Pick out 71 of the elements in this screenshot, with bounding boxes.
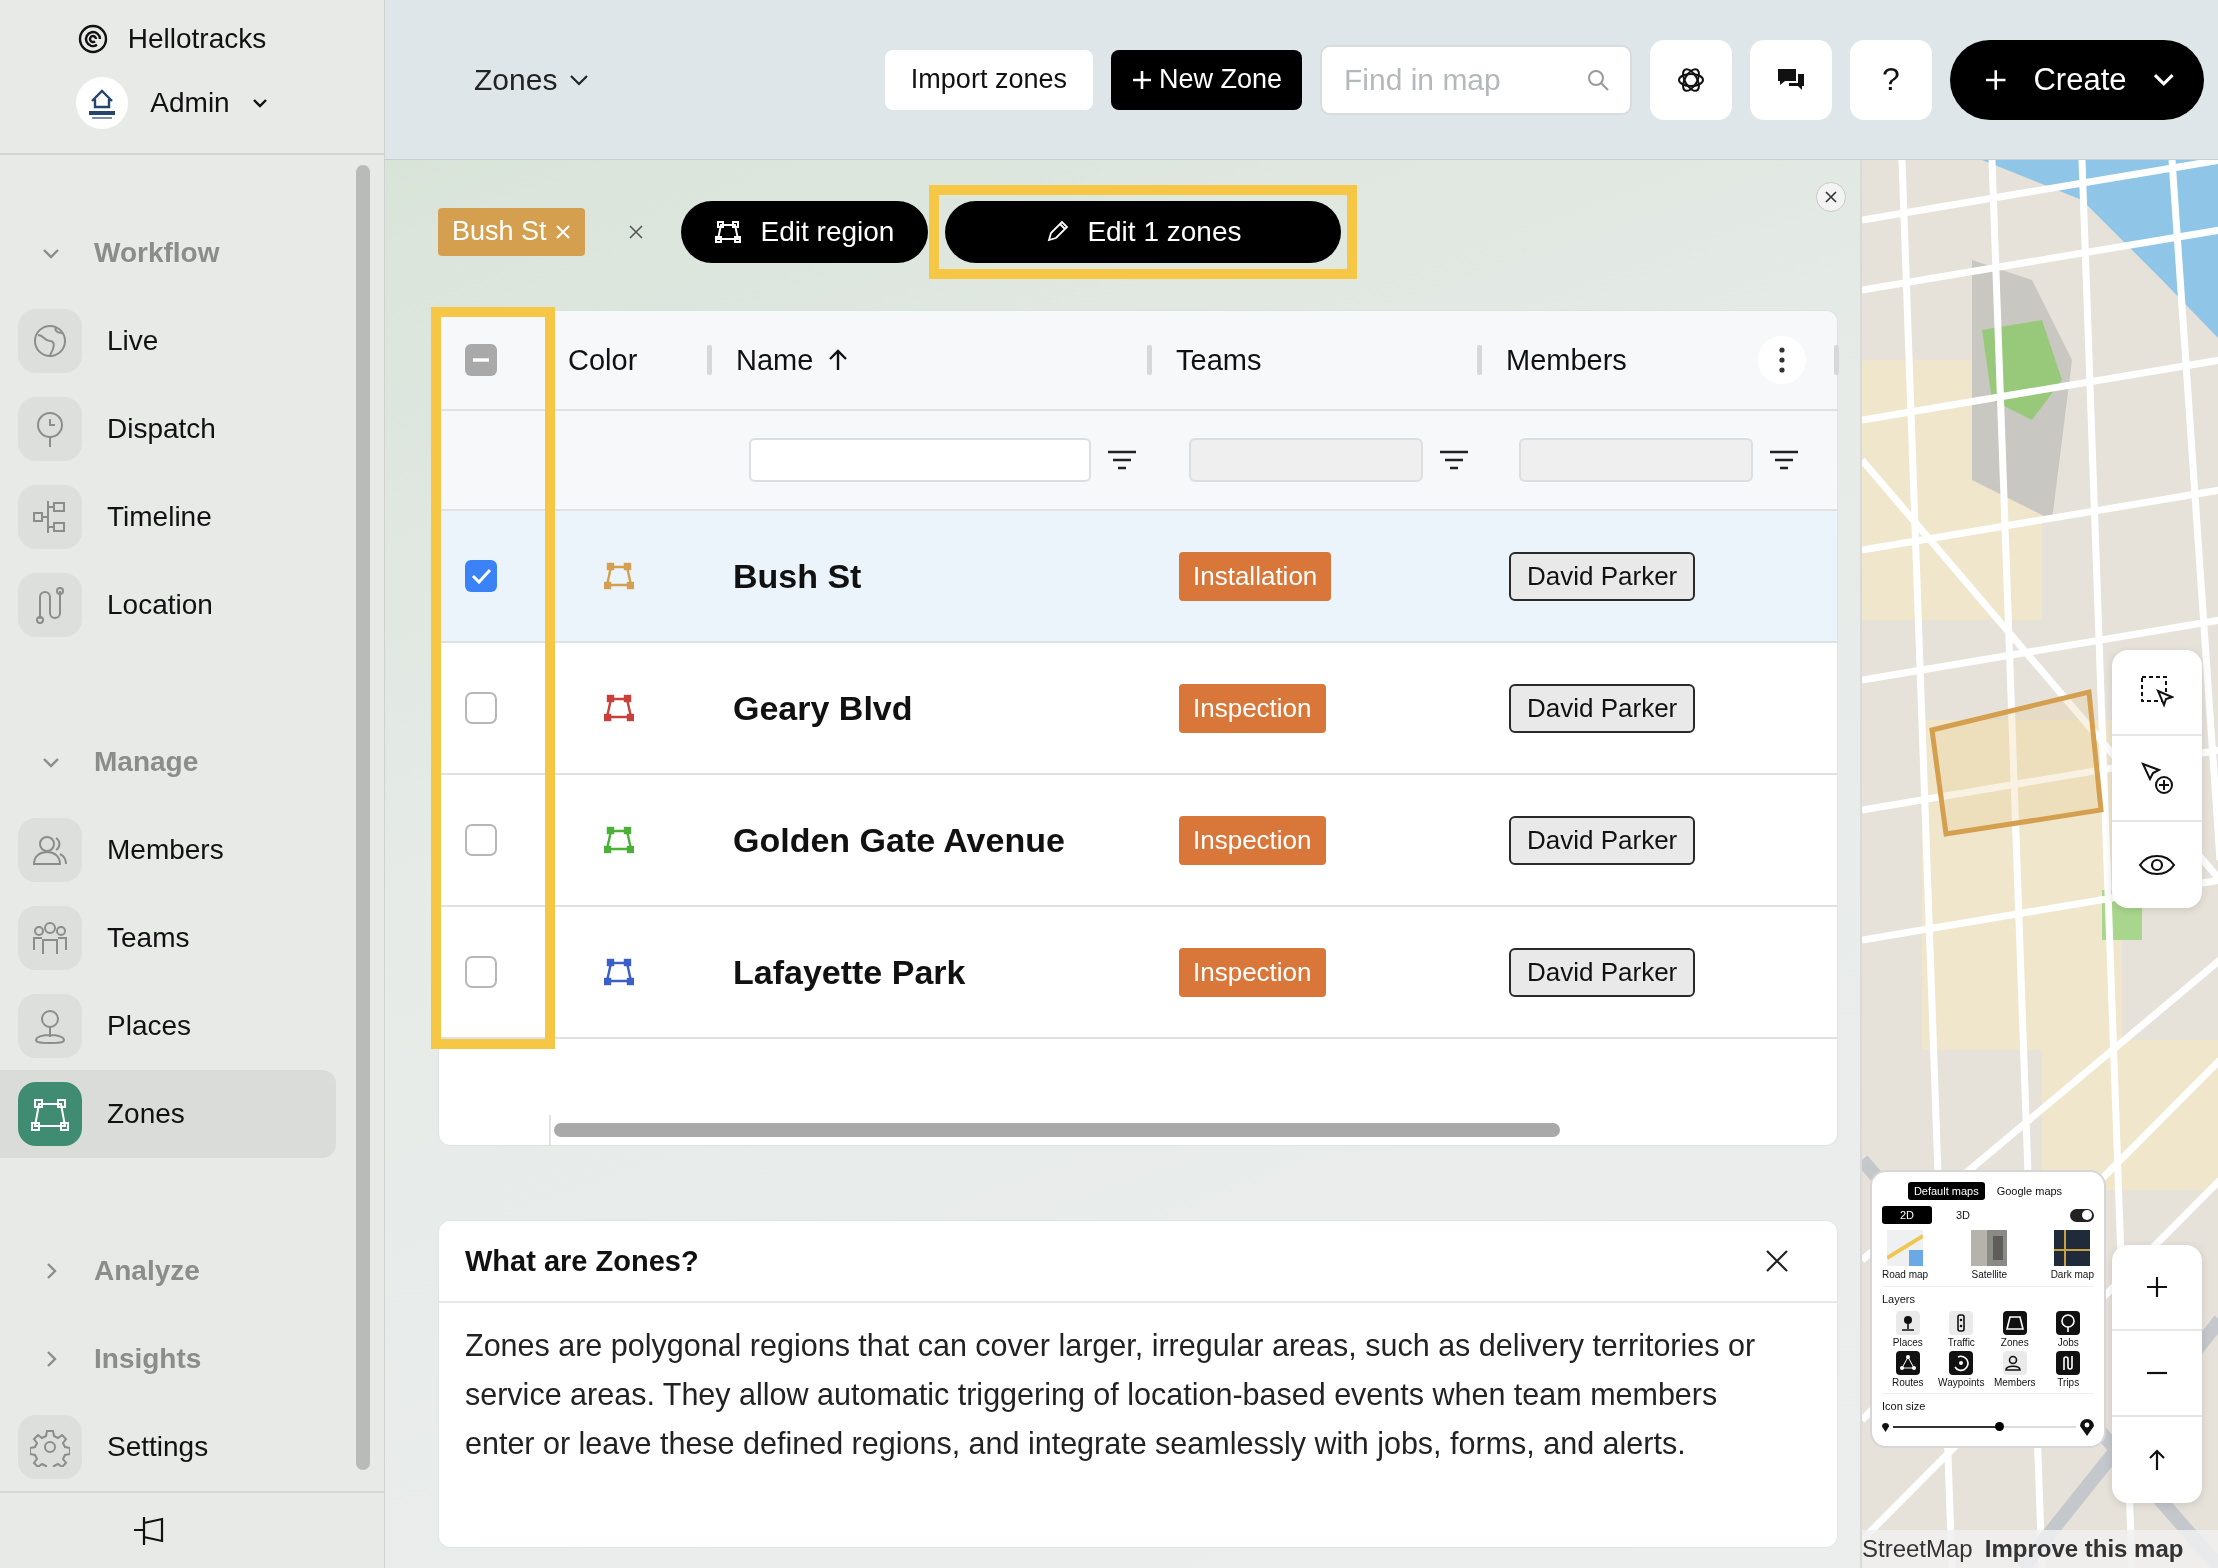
member-tag: David Parker — [1509, 815, 1696, 865]
info-title: What are Zones? — [465, 1244, 700, 1278]
search-field[interactable]: Find in map — [1320, 44, 1632, 115]
column-resize-handle[interactable] — [1477, 345, 1482, 375]
plus-icon — [1130, 68, 1153, 91]
column-resize-handle[interactable] — [1147, 345, 1152, 375]
chevron-down-icon[interactable] — [251, 98, 268, 109]
edit-region-button[interactable]: Edit region — [680, 200, 929, 263]
member-tag: David Parker — [1509, 683, 1696, 733]
zone-name: Lafayette Park — [733, 952, 966, 992]
team-tag: Installation — [1179, 551, 1332, 601]
pencil-icon — [1045, 219, 1070, 244]
nav-item[interactable]: Places — [0, 981, 336, 1070]
checkbox[interactable] — [464, 955, 498, 989]
checkbox[interactable] — [464, 559, 498, 593]
info-text: Zones are polygonal regions that can cover larger, irregular areas, such as delivery territories or service areas. They allow automatic triggering of location-based events when team members enter or leave these defined regions, and integrate seamlessly with jobs, forms, and alerts. — [464, 1327, 1757, 1463]
filter-icon[interactable] — [1439, 449, 1469, 471]
close-icon — [1824, 190, 1838, 204]
nav-item[interactable]: Location — [0, 560, 336, 649]
scrollbar[interactable] — [554, 1123, 1560, 1137]
column-header[interactable]: Name — [736, 343, 814, 377]
chevron-down-icon[interactable] — [569, 73, 590, 86]
column-header[interactable]: Color — [568, 343, 638, 377]
nav-item[interactable]: Zones — [0, 1069, 336, 1158]
brand-name: Hellotracks — [127, 23, 267, 56]
import-button[interactable]: Import zones — [884, 49, 1093, 110]
zone-name: Bush St — [733, 556, 862, 596]
team-tag: Inspection — [1179, 815, 1326, 865]
filter-icon[interactable] — [1769, 449, 1799, 471]
filter-field[interactable] — [749, 438, 1091, 482]
nav-item[interactable]: Members — [0, 805, 336, 894]
table-row[interactable]: Bush St Installation David Parker — [439, 511, 1837, 643]
search-icon — [1586, 67, 1610, 92]
nav-item[interactable]: Settings — [0, 1402, 336, 1491]
chat-button[interactable] — [1750, 39, 1832, 120]
checkbox[interactable] — [464, 823, 498, 857]
logo-icon — [77, 24, 108, 55]
create-button[interactable]: Create — [1950, 39, 2204, 120]
member-tag: David Parker — [1509, 551, 1696, 601]
close-icon — [1765, 1249, 1789, 1273]
account-name[interactable]: Admin — [150, 87, 230, 120]
filter-icon[interactable] — [1107, 449, 1137, 471]
polygon-icon — [714, 218, 741, 245]
column-menu-button[interactable] — [1758, 336, 1806, 384]
column-resize-handle[interactable] — [1834, 345, 1839, 375]
nav-item[interactable]: Dispatch — [0, 384, 336, 473]
zone-name: Golden Gate Avenue — [733, 820, 1065, 860]
edit-zones-button[interactable]: Edit 1 zones — [945, 200, 1342, 263]
more-icon — [1779, 347, 1785, 373]
close-button[interactable] — [1816, 182, 1846, 212]
column-resize-handle[interactable] — [707, 345, 712, 375]
scrollbar[interactable] — [356, 165, 370, 1470]
nav-item[interactable]: Live — [0, 296, 336, 385]
nav-item[interactable]: Teams — [0, 893, 336, 982]
page-title[interactable]: Zones — [474, 62, 558, 97]
member-tag: David Parker — [1509, 947, 1696, 997]
column-header[interactable]: Members — [1506, 343, 1627, 377]
nav-item[interactable]: Timeline — [0, 472, 336, 561]
plus-icon — [1984, 67, 2008, 92]
checkbox[interactable] — [464, 343, 498, 377]
checkbox[interactable] — [464, 691, 498, 725]
close-icon — [628, 224, 643, 239]
column-header[interactable]: Teams — [1176, 343, 1262, 377]
team-tag: Inspection — [1179, 947, 1326, 997]
zone-name: Geary Blvd — [733, 688, 913, 728]
assistant-button[interactable] — [1650, 39, 1732, 120]
help-button[interactable]: ? — [1850, 39, 1932, 120]
new-zone-button[interactable]: New Zone — [1110, 49, 1302, 110]
team-tag: Inspection — [1179, 683, 1326, 733]
chevron-down-icon — [2152, 72, 2174, 87]
company-logo — [76, 77, 129, 130]
